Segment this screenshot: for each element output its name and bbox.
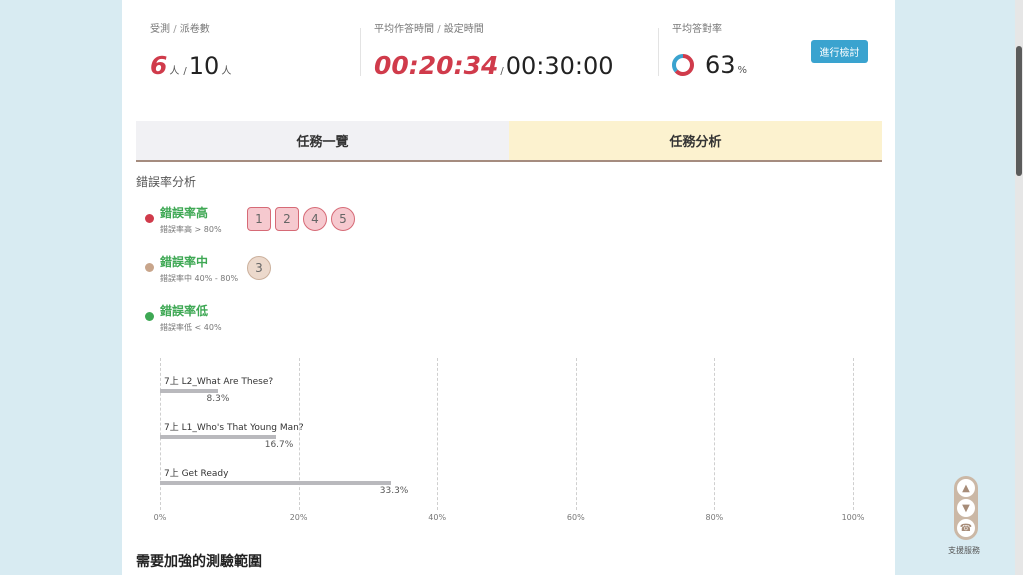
accuracy-label: 平均答對率 bbox=[672, 24, 722, 35]
gridline bbox=[160, 358, 161, 510]
accuracy-donut-icon bbox=[672, 54, 694, 76]
main-panel: 受測 / 派卷數 6 人/10 人 平均作答時間 / 設定時間 00:20:34/0… bbox=[122, 0, 895, 575]
headset-icon[interactable]: ☎ bbox=[957, 519, 975, 537]
bar-category-label: 7上 L1_Who's That Young Man? bbox=[164, 423, 304, 433]
x-tick-label: 40% bbox=[428, 513, 447, 522]
attendance-value: 6 人/10 人 bbox=[150, 51, 233, 80]
gridline bbox=[298, 358, 300, 510]
tested-count: 6 bbox=[150, 51, 168, 80]
divider bbox=[658, 28, 659, 76]
value-separator: / bbox=[183, 66, 187, 77]
assigned-unit: 人 bbox=[221, 66, 232, 77]
bar[interactable] bbox=[160, 389, 218, 393]
bar-value-label: 16.7% bbox=[264, 440, 294, 450]
question-badge[interactable]: 4 bbox=[303, 207, 327, 231]
low-level-desc: 錯誤率低 < 40% bbox=[160, 323, 222, 332]
question-badge[interactable]: 1 bbox=[247, 207, 271, 231]
support-label: 支援服務 bbox=[948, 546, 980, 555]
question-badge[interactable]: 2 bbox=[275, 207, 299, 231]
x-tick-label: 80% bbox=[705, 513, 724, 522]
assigned-label: 派卷數 bbox=[179, 24, 210, 35]
time-label: 平均作答時間 / 設定時間 bbox=[374, 20, 484, 35]
label-separator: / bbox=[173, 24, 177, 35]
mid-level-desc: 錯誤率中 40% - 80% bbox=[160, 274, 239, 283]
attendance-label: 受測 / 派卷數 bbox=[150, 20, 210, 35]
x-tick-label: 0% bbox=[153, 513, 167, 522]
gridline bbox=[437, 358, 439, 510]
accuracy-number: 63 bbox=[705, 51, 736, 79]
tested-unit: 人 bbox=[169, 66, 180, 77]
gridline bbox=[575, 358, 577, 510]
assigned-count: 10 bbox=[188, 52, 220, 80]
arrow-down-icon[interactable]: ▼ bbox=[957, 499, 975, 517]
time-value: 00:20:34/00:30:00 bbox=[374, 51, 614, 80]
bar-category-label: 7上 Get Ready bbox=[164, 469, 229, 479]
x-tick-label: 100% bbox=[841, 513, 865, 522]
tested-label: 受測 bbox=[150, 24, 170, 35]
x-tick-label: 60% bbox=[566, 513, 585, 522]
bar-value-label: 33.3% bbox=[379, 486, 409, 496]
floating-toolbar: ▲ ▼ ☎ bbox=[954, 476, 978, 540]
high-level-desc: 錯誤率高 > 80% bbox=[160, 225, 222, 234]
divider bbox=[360, 28, 361, 76]
tab-bar: 任務一覽 任務分析 bbox=[136, 121, 882, 162]
mid-level-dot bbox=[145, 263, 154, 272]
error-analysis-title: 錯誤率分析 bbox=[136, 175, 197, 189]
gridline bbox=[853, 358, 854, 510]
set-time-label: 設定時間 bbox=[443, 24, 484, 35]
avg-time: 00:20:34 bbox=[374, 51, 499, 80]
question-badge[interactable]: 5 bbox=[331, 207, 355, 231]
error-rate-bar-chart: 0% 20% 40% 60% 80% 100% 7上 L2_What Are These? 8… bbox=[122, 350, 895, 530]
high-level-name: 錯誤率高 bbox=[160, 206, 209, 220]
mid-level-name: 錯誤率中 bbox=[160, 255, 209, 269]
tab-task-overview[interactable]: 任務一覽 bbox=[136, 121, 509, 160]
review-button[interactable]: 進行檢討 bbox=[811, 40, 868, 63]
gridline bbox=[714, 358, 716, 510]
tab-task-analysis[interactable]: 任務分析 bbox=[509, 121, 882, 160]
accuracy-unit: % bbox=[737, 65, 748, 76]
bar-category-label: 7上 L2_What Are These? bbox=[164, 377, 274, 387]
x-tick-label: 20% bbox=[289, 513, 308, 522]
scrollbar-thumb[interactable] bbox=[1016, 46, 1022, 176]
avg-time-label: 平均作答時間 bbox=[374, 24, 434, 35]
bar[interactable] bbox=[160, 481, 391, 485]
question-badge[interactable]: 3 bbox=[247, 256, 271, 280]
arrow-up-icon[interactable]: ▲ bbox=[957, 479, 975, 497]
bar[interactable] bbox=[160, 435, 276, 439]
accuracy-value: 63% bbox=[705, 51, 749, 79]
set-time: 00:30:00 bbox=[505, 52, 614, 80]
value-separator: / bbox=[500, 66, 504, 77]
label-separator: / bbox=[437, 24, 441, 35]
scrollbar-track[interactable] bbox=[1015, 0, 1023, 575]
low-level-dot bbox=[145, 312, 154, 321]
high-level-dot bbox=[145, 214, 154, 223]
bar-value-label: 8.3% bbox=[206, 394, 230, 404]
low-level-name: 錯誤率低 bbox=[160, 304, 209, 318]
weak-area-title: 需要加強的測驗範圍 bbox=[136, 554, 262, 570]
